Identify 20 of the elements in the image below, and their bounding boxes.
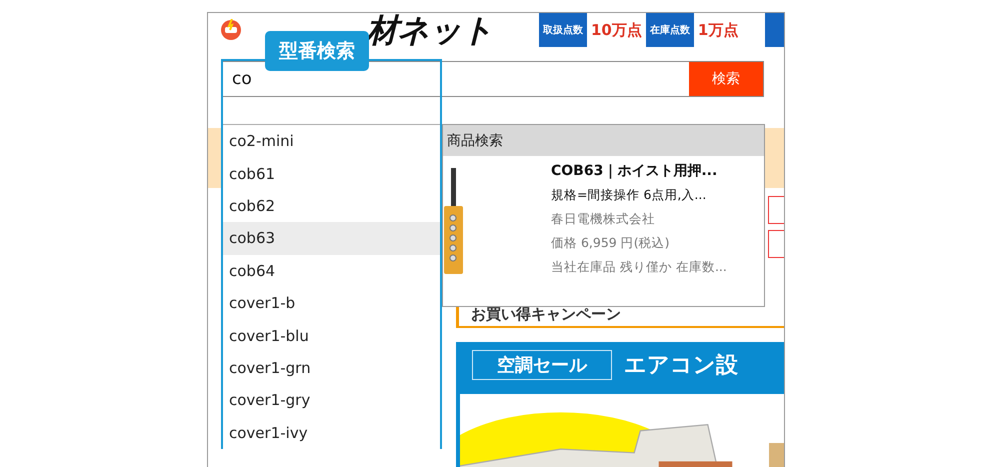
panel-title: 商品検索 — [443, 125, 764, 156]
notice-link[interactable] — [768, 230, 784, 258]
model-search-tooltip: 型番検索 — [265, 31, 369, 71]
search-button[interactable]: 検索 — [689, 62, 763, 96]
stat-value: 10万点 — [590, 20, 643, 40]
stat-label: 在庫点数 — [646, 13, 694, 47]
stat-label: 取扱点数 — [539, 13, 587, 47]
notice-link[interactable] — [768, 196, 784, 224]
suggestion-item[interactable]: cob63 — [223, 222, 440, 255]
product-spec: 規格=間接操作 6点用,入... — [551, 186, 708, 204]
product-stock: 当社在庫品 残り僅か 在庫数... — [551, 258, 727, 276]
product-maker: 春日電機株式会社 — [551, 210, 656, 228]
search-field[interactable]: co 検索 — [221, 61, 764, 97]
banner-title: エアコン設 — [624, 352, 738, 380]
product-price: 価格 6,959 円(税込) — [551, 234, 670, 252]
mascot-icon — [220, 19, 242, 41]
banner-tag: 空調セール — [472, 350, 612, 380]
stat-value: 1万点 — [696, 20, 740, 40]
sale-banner[interactable]: 空調セール エアコン設 — [456, 342, 784, 467]
product-name[interactable]: COB63｜ホイスト用押... — [551, 162, 727, 180]
